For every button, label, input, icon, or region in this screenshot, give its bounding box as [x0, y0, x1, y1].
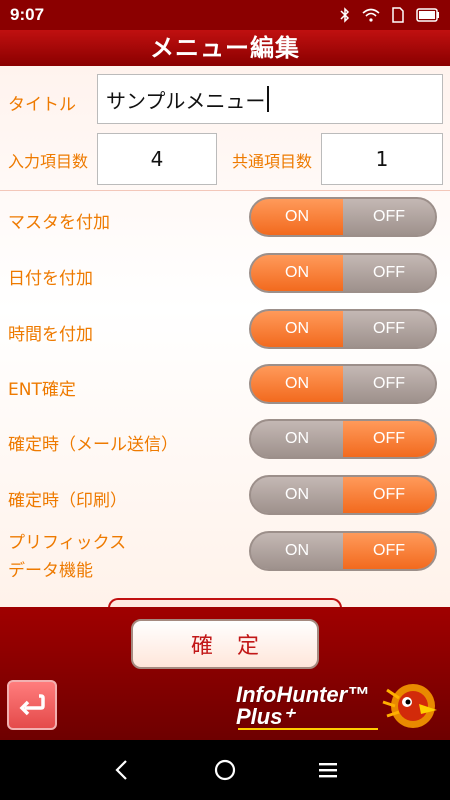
toggle-on-segment[interactable]: ON [251, 533, 343, 569]
toggle-on-segment[interactable]: ON [251, 477, 343, 513]
input-items-label: 入力項目数 [8, 152, 89, 171]
toggle-off-segment[interactable]: OFF [343, 199, 435, 235]
title-input-value: サンプルメニュー [106, 88, 266, 113]
toggle-master[interactable]: ON OFF [249, 197, 437, 237]
battery-icon [416, 8, 440, 22]
bluetooth-icon [340, 7, 350, 23]
toggle-off-segment[interactable]: OFF [343, 366, 435, 402]
logo-underline [238, 728, 378, 730]
toggle-time[interactable]: ON OFF [249, 309, 437, 349]
settings-panel: タイトル サンプルメニュー 入力項目数 4 共通項目数 1 マスタを付加 ON … [0, 66, 450, 607]
return-arrow-icon[interactable] [7, 680, 57, 730]
toggle-on-segment[interactable]: ON [251, 366, 343, 402]
toggle-label-date: 日付を付加 [8, 269, 93, 289]
confirm-button[interactable]: 確定 [131, 619, 319, 669]
toggle-label-ent: ENT確定 [8, 380, 76, 400]
toggle-label-prefix-line1: プリフィックス [8, 533, 127, 553]
menu-icon[interactable] [308, 750, 348, 790]
toggle-off-segment[interactable]: OFF [343, 533, 435, 569]
common-items-field[interactable]: 1 [321, 133, 443, 185]
toggle-on-segment[interactable]: ON [251, 255, 343, 291]
toggle-on-segment[interactable]: ON [251, 311, 343, 347]
toggle-label-time: 時間を付加 [8, 325, 93, 345]
toggle-label-prefix-line2: データ機能 [8, 561, 93, 581]
toggle-off-segment[interactable]: OFF [343, 477, 435, 513]
mascot-icon [382, 684, 437, 728]
toggle-off-segment[interactable]: OFF [343, 255, 435, 291]
status-bar: 9:07 [0, 0, 450, 30]
chevron-left-icon[interactable] [102, 750, 142, 790]
toggle-off-segment[interactable]: OFF [343, 421, 435, 457]
common-items-label: 共通項目数 [232, 152, 313, 171]
text-cursor [267, 86, 270, 112]
status-time: 9:07 [10, 5, 45, 24]
toggle-off-segment[interactable]: OFF [343, 311, 435, 347]
toggle-label-master: マスタを付加 [8, 213, 110, 233]
status-icons [340, 7, 440, 23]
home-circle-icon[interactable] [205, 750, 245, 790]
sim-icon [392, 7, 404, 23]
title-bar: メニュー編集 [0, 30, 450, 66]
toggle-print[interactable]: ON OFF [249, 475, 437, 515]
toggle-label-print: 確定時（印刷） [8, 491, 127, 511]
toggle-prefix-data[interactable]: ON OFF [249, 531, 437, 571]
system-nav-bar [0, 740, 450, 800]
toggle-label-mail: 確定時（メール送信） [8, 435, 178, 455]
title-input[interactable]: サンプルメニュー [97, 74, 443, 124]
toggle-date[interactable]: ON OFF [249, 253, 437, 293]
toggle-on-segment[interactable]: ON [251, 199, 343, 235]
infohunter-logo: InfoHunter™ Plus⁺ [234, 680, 444, 732]
logo-line2: Plus⁺ [236, 704, 295, 729]
toggle-mail-send[interactable]: ON OFF [249, 419, 437, 459]
toggle-ent-confirm[interactable]: ON OFF [249, 364, 437, 404]
wifi-icon [362, 8, 380, 22]
divider [0, 190, 450, 191]
title-label: タイトル [8, 95, 76, 115]
input-items-field[interactable]: 4 [97, 133, 217, 185]
page-title: メニュー編集 [150, 34, 300, 62]
toggle-on-segment[interactable]: ON [251, 421, 343, 457]
